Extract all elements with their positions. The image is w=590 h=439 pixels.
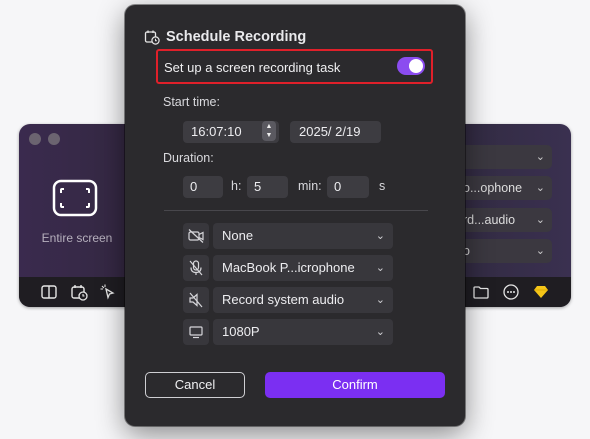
dropdown-resolution[interactable]: o ⌄ [455, 239, 552, 263]
microphone-toggle[interactable] [183, 255, 209, 281]
dropdown-top[interactable]: ⌄ [455, 145, 552, 169]
camera-toggle[interactable] [183, 223, 209, 249]
schedule-task-row: Set up a screen recording task [156, 49, 433, 84]
schedule-recording-dialog: Schedule Recording Set up a screen recor… [125, 5, 465, 426]
window-minimize-button[interactable] [48, 133, 60, 145]
camera-select[interactable]: None ⌄ [213, 223, 393, 249]
seconds-unit-label: s [379, 179, 386, 193]
section-divider [164, 210, 428, 211]
calendar-clock-icon [144, 29, 160, 45]
duration-minutes-value: 5 [254, 179, 262, 194]
hours-unit-label: h: [231, 179, 242, 193]
cursor-effects-icon[interactable] [99, 283, 117, 301]
schedule-icon[interactable] [70, 283, 88, 301]
confirm-button[interactable]: Confirm [265, 372, 445, 398]
duration-seconds-value: 0 [334, 179, 342, 194]
start-time-value: 16:07:10 [191, 124, 242, 139]
microphone-select[interactable]: MacBook P...icrophone ⌄ [213, 255, 393, 281]
split-view-icon[interactable] [40, 283, 58, 301]
system-audio-select[interactable]: Record system audio ⌄ [213, 287, 393, 313]
chevron-down-icon: ⌄ [535, 182, 545, 194]
chevron-down-icon: ⌄ [375, 230, 385, 242]
schedule-task-toggle[interactable] [397, 57, 425, 75]
camera-select-value: None [222, 228, 254, 243]
duration-hours-input[interactable]: 0 [183, 176, 223, 198]
dropdown-audio[interactable]: rd...audio ⌄ [455, 208, 552, 232]
microphone-off-icon [189, 260, 203, 276]
start-date-value: 2025/ 2/19 [299, 124, 361, 139]
dropdown-microphone-label: o...ophone [463, 181, 523, 195]
microphone-select-value: MacBook P...icrophone [222, 260, 355, 275]
dropdown-microphone[interactable]: o...ophone ⌄ [455, 176, 552, 200]
chevron-down-icon: ⌄ [535, 151, 545, 163]
start-time-label: Start time: [163, 95, 220, 109]
chevron-down-icon: ⌄ [375, 294, 385, 306]
entire-screen-icon[interactable] [52, 179, 98, 217]
duration-label: Duration: [163, 151, 214, 165]
time-stepper[interactable]: ▲ ▼ [262, 121, 276, 141]
stepper-down-icon[interactable]: ▼ [262, 131, 276, 140]
system-audio-select-value: Record system audio [222, 292, 345, 307]
chevron-down-icon: ⌄ [535, 245, 545, 257]
premium-diamond-icon[interactable] [532, 283, 550, 301]
more-options-icon[interactable] [502, 283, 520, 301]
start-date-input[interactable]: 2025/ 2/19 [290, 121, 381, 143]
toggle-knob [409, 59, 423, 73]
dialog-title: Schedule Recording [166, 29, 307, 45]
resolution-toggle[interactable] [183, 319, 209, 345]
camera-off-icon [188, 229, 204, 243]
entire-screen-label: Entire screen [41, 231, 113, 245]
cancel-button[interactable]: Cancel [145, 372, 245, 398]
system-audio-toggle[interactable] [183, 287, 209, 313]
window-close-button[interactable] [29, 133, 41, 145]
schedule-task-label: Set up a screen recording task [164, 60, 341, 75]
monitor-icon [189, 326, 203, 339]
duration-minutes-input[interactable]: 5 [247, 176, 288, 198]
chevron-down-icon: ⌄ [375, 326, 385, 338]
speaker-off-icon [189, 292, 203, 308]
stepper-up-icon[interactable]: ▲ [262, 122, 276, 131]
dropdown-audio-label: rd...audio [463, 213, 516, 227]
resolution-select-value: 1080P [222, 324, 260, 339]
duration-hours-value: 0 [190, 179, 198, 194]
folder-icon[interactable] [472, 283, 490, 301]
dialog-header: Schedule Recording [144, 28, 306, 46]
chevron-down-icon: ⌄ [535, 214, 545, 226]
minutes-unit-label: min: [298, 179, 322, 193]
resolution-select[interactable]: 1080P ⌄ [213, 319, 393, 345]
chevron-down-icon: ⌄ [375, 262, 385, 274]
duration-seconds-input[interactable]: 0 [327, 176, 369, 198]
